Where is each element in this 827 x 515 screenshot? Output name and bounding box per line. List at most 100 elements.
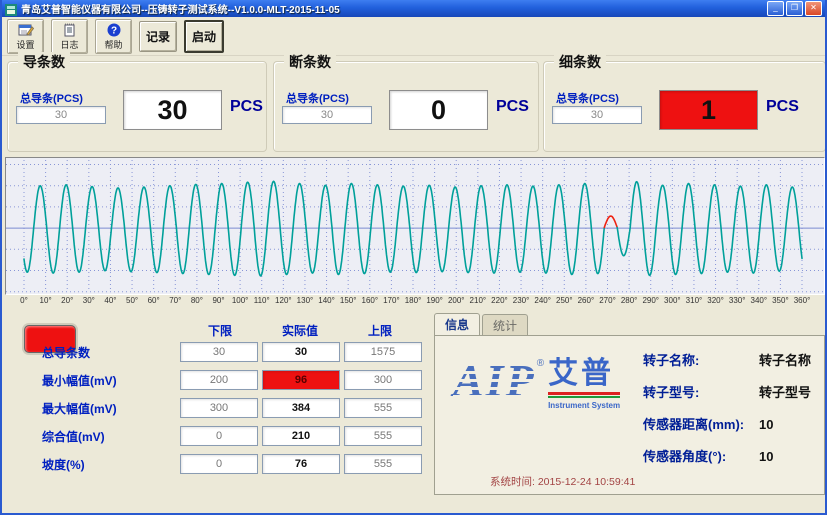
row-label: 最小幅值(mV) (42, 372, 180, 389)
x-tick-label: 130° (297, 296, 314, 305)
upper-limit-field[interactable]: 300 (344, 370, 422, 390)
log-button[interactable]: 日志 (51, 19, 88, 54)
sensor-distance-label: 传感器距离(mm): (643, 414, 751, 433)
aip-logo-text: AIP (453, 358, 536, 404)
lower-limit-field[interactable]: 30 (180, 342, 258, 362)
field-rotor-model: 转子型号: 转子型号 (643, 382, 811, 401)
field-sensor-distance: 传感器距离(mm): 10 (643, 414, 811, 433)
x-tick-label: 60° (148, 296, 160, 305)
x-tick-label: 350° (772, 296, 789, 305)
thin-bars-input[interactable]: 30 (552, 106, 642, 124)
log-document-icon (63, 22, 77, 38)
tab-info[interactable]: 信息 (434, 313, 480, 336)
logo-red-line (548, 392, 620, 395)
x-tick-label: 300° (664, 296, 681, 305)
registered-mark-icon: ® (537, 358, 544, 369)
panel-title: 细条数 (554, 52, 606, 72)
actual-value-field: 210 (262, 426, 340, 446)
upper-limit-field[interactable]: 1575 (344, 342, 422, 362)
rotor-model-label: 转子型号: (643, 382, 751, 401)
row-label: 总导条数 (42, 344, 180, 361)
record-button[interactable]: 记录 (139, 21, 177, 52)
x-tick-label: 310° (686, 296, 703, 305)
limits-table: 下限 实际值 上限 总导条数 30 30 1575 最小幅值(mV) 200 9… (42, 322, 427, 478)
broken-bars-input[interactable]: 30 (282, 106, 372, 124)
actual-value-field: 384 (262, 398, 340, 418)
lower-limit-field[interactable]: 300 (180, 398, 258, 418)
x-tick-label: 40° (104, 296, 116, 305)
minimize-button[interactable]: _ (767, 1, 784, 16)
x-tick-label: 200° (448, 296, 465, 305)
chart-x-axis-labels: 0°10°20°30°40°50°60°70°80°90°100°110°120… (5, 295, 825, 309)
lower-limit-field[interactable]: 0 (180, 426, 258, 446)
x-tick-label: 270° (599, 296, 616, 305)
start-button[interactable]: 启动 (184, 20, 224, 53)
settings-form-pencil-icon (18, 22, 34, 38)
lower-limit-field[interactable]: 0 (180, 454, 258, 474)
panel-broken-bars: 断条数 总导条(PCS) 30 0 PCS (273, 61, 539, 152)
tabstrip: 信息 统计 (434, 315, 825, 335)
x-tick-label: 100° (232, 296, 249, 305)
titlebar: 青岛艾普智能仪器有限公司--压铸转子测试系统--V1.0.0-MLT-2015-… (2, 0, 825, 17)
log-button-label: 日志 (60, 38, 78, 51)
restore-button[interactable]: ❐ (786, 1, 803, 16)
x-tick-label: 230° (513, 296, 530, 305)
x-tick-label: 180° (405, 296, 422, 305)
x-tick-label: 160° (361, 296, 378, 305)
aip-logo: AIP ® 艾普 Instrument System (453, 358, 620, 410)
upper-limit-field[interactable]: 555 (344, 426, 422, 446)
header-actual-value: 实际值 (260, 322, 340, 339)
x-tick-label: 50° (126, 296, 138, 305)
lower-limit-field[interactable]: 200 (180, 370, 258, 390)
x-tick-label: 210° (470, 296, 487, 305)
rotor-model-value: 转子型号 (759, 382, 811, 401)
waveform-chart: 0°10°20°30°40°50°60°70°80°90°100°110°120… (5, 157, 825, 309)
help-button[interactable]: ? 帮助 (95, 19, 132, 54)
upper-limit-field[interactable]: 555 (344, 398, 422, 418)
pcs-unit-label: PCS (766, 98, 799, 116)
system-time: 系统时间: 2015-12-24 10:59:41 (490, 474, 635, 489)
pcs-unit-label: PCS (230, 98, 263, 116)
app-icon (5, 3, 17, 15)
tab-statistics[interactable]: 统计 (482, 314, 528, 335)
info-tab-content: AIP ® 艾普 Instrument System 转子名称: 转子名称 转子… (434, 335, 825, 495)
info-panel: 信息 统计 AIP ® 艾普 Instrument System 转子名称: 转… (434, 315, 825, 497)
x-tick-label: 280° (621, 296, 638, 305)
panel-title: 断条数 (284, 52, 336, 72)
x-tick-label: 90° (212, 296, 224, 305)
rotor-info-fields: 转子名称: 转子名称 转子型号: 转子型号 传感器距离(mm): 10 传感器角… (643, 350, 811, 478)
help-button-label: 帮助 (104, 38, 122, 51)
settings-button[interactable]: 设置 (7, 19, 44, 54)
upper-limit-field[interactable]: 555 (344, 454, 422, 474)
actual-value-field-alert: 96 (262, 370, 340, 390)
thin-bars-display: 1 (659, 90, 758, 130)
app-window: 青岛艾普智能仪器有限公司--压铸转子测试系统--V1.0.0-MLT-2015-… (0, 0, 827, 515)
x-tick-label: 0° (20, 296, 28, 305)
x-tick-label: 110° (254, 296, 270, 305)
row-label: 综合值(mV) (42, 428, 180, 445)
x-tick-label: 360° (794, 296, 811, 305)
aip-logo-chinese: 艾普 (548, 358, 620, 390)
table-row: 最小幅值(mV) 200 96 300 (42, 366, 427, 394)
row-label: 坡度(%) (42, 456, 180, 473)
pcs-unit-label: PCS (496, 98, 529, 116)
x-tick-label: 240° (534, 296, 551, 305)
actual-value-field: 76 (262, 454, 340, 474)
header-upper-limit: 上限 (340, 322, 420, 339)
logo-green-line (548, 396, 620, 398)
close-button[interactable]: ✕ (805, 1, 822, 16)
x-tick-label: 260° (578, 296, 595, 305)
svg-text:?: ? (110, 25, 116, 36)
x-tick-label: 340° (750, 296, 767, 305)
start-button-label: 启动 (192, 28, 216, 45)
logo-subtitle: Instrument System (548, 401, 620, 410)
x-tick-label: 320° (707, 296, 724, 305)
sensor-distance-value: 10 (759, 417, 773, 432)
total-bars-display: 30 (123, 90, 222, 130)
waveform-plot-area (5, 157, 825, 295)
x-tick-label: 120° (275, 296, 292, 305)
total-bars-input[interactable]: 30 (16, 106, 106, 124)
broken-bars-input-label: 总导条(PCS) (286, 90, 349, 106)
rotor-name-value: 转子名称 (759, 350, 811, 369)
x-tick-label: 170° (383, 296, 400, 305)
